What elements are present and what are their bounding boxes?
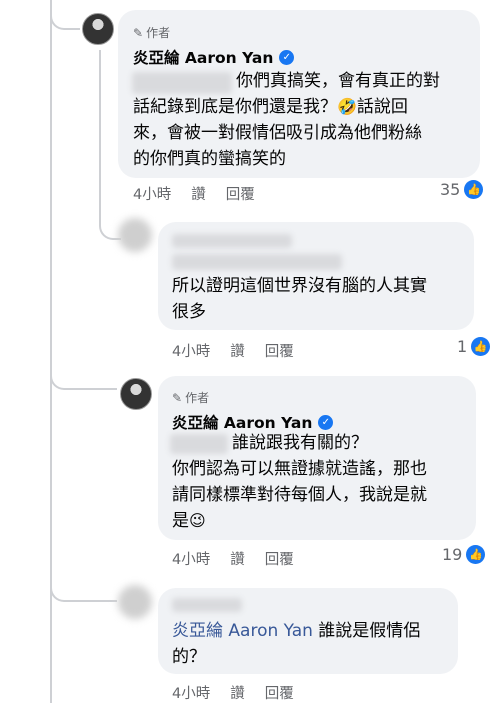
reply-button[interactable]: 回覆 — [265, 340, 294, 361]
reply-button[interactable]: 回覆 — [265, 548, 294, 569]
like-button[interactable]: 讚 — [230, 340, 245, 361]
reaction-summary[interactable]: 19 👍 — [442, 545, 486, 564]
pencil-icon: ✎ — [172, 390, 183, 405]
comment-actions: 4小時 讚 回覆 — [172, 340, 294, 361]
redacted-name — [172, 598, 242, 612]
like-icon: 👍 — [466, 545, 486, 564]
redacted-name — [172, 234, 292, 248]
like-icon: 👍 — [464, 180, 484, 199]
avatar[interactable] — [118, 585, 152, 619]
comment-text: 的？ — [172, 647, 206, 667]
comment-text: 炎亞綸 Aaron Yan 誰說是假情侶 — [172, 621, 421, 641]
verified-badge-icon: ✓ — [279, 49, 295, 65]
avatar[interactable] — [120, 378, 152, 410]
thread-connector — [50, 330, 117, 390]
like-icon: 👍 — [471, 337, 491, 356]
author-badge: ✎ 作者 — [172, 390, 210, 406]
like-button[interactable]: 讚 — [230, 548, 245, 569]
like-button[interactable]: 讚 — [230, 682, 245, 703]
timestamp[interactable]: 4小時 — [133, 183, 171, 204]
reaction-count: 19 — [442, 545, 463, 564]
thread-connector — [50, 560, 117, 602]
pencil-icon: ✎ — [133, 25, 144, 40]
avatar[interactable] — [82, 13, 114, 45]
reaction-summary[interactable]: 1 👍 — [457, 337, 491, 356]
commenter-name[interactable]: 炎亞綸 Aaron Yan ✓ — [133, 46, 295, 68]
redacted-name — [172, 254, 342, 270]
timestamp[interactable]: 4小時 — [172, 548, 210, 569]
comment-text: 你們真搞笑，會有真正的對 — [236, 71, 440, 91]
comment-text: 話紀錄到底是你們還是我？🤣話說回 — [133, 97, 408, 117]
comment-text: 的你們真的蠻搞笑的 — [133, 149, 286, 169]
thread-connector — [50, 0, 80, 30]
verified-badge-icon: ✓ — [318, 414, 334, 430]
comment-text: 誰說跟我有關的？ — [232, 433, 368, 453]
comment-text: 你們認為可以無證據就造謠，那也 — [172, 459, 427, 479]
comment-text: 來，會被一對假情侶吸引成為他們粉絲 — [133, 123, 422, 143]
comment-text: 很多 — [172, 302, 206, 322]
comment-actions: 4小時 讚 回覆 — [172, 548, 294, 569]
reaction-summary[interactable]: 35 👍 — [440, 180, 484, 199]
author-badge: ✎ 作者 — [133, 25, 171, 41]
comment-actions: 4小時 讚 回覆 — [172, 682, 294, 703]
timestamp[interactable]: 4小時 — [172, 340, 210, 361]
thread-line-inner — [99, 50, 101, 220]
comment-text: 所以證明這個世界沒有腦的人其實 — [172, 276, 427, 296]
redacted-mention — [132, 72, 232, 94]
comment-text: 請同樣標準對待每個人，我說是就 — [172, 485, 427, 505]
like-button[interactable]: 讚 — [191, 183, 206, 204]
avatar[interactable] — [118, 218, 152, 252]
comment-text: 是😉 — [172, 511, 206, 531]
reply-button[interactable]: 回覆 — [265, 682, 294, 703]
redacted-mention — [170, 434, 228, 454]
wink-emoji: 😉 — [189, 511, 206, 530]
reaction-count: 1 — [457, 337, 468, 356]
timestamp[interactable]: 4小時 — [172, 682, 210, 703]
rofl-emoji: 🤣 — [337, 97, 357, 116]
comment-actions: 4小時 讚 回覆 — [133, 183, 255, 204]
reaction-count: 35 — [440, 180, 461, 199]
mention-link[interactable]: 炎亞綸 Aaron Yan — [172, 621, 313, 641]
reply-button[interactable]: 回覆 — [226, 183, 255, 204]
